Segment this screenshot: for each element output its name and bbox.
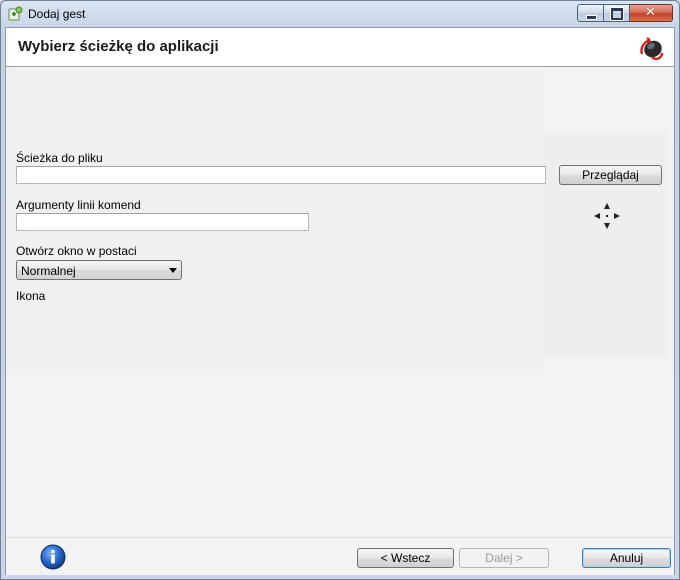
icon-label: Ikona xyxy=(16,289,46,303)
app-gesture-icon xyxy=(8,6,23,21)
info-icon[interactable] xyxy=(40,544,66,570)
form-area: Ścieżka do pliku Przeglądaj Argumenty li… xyxy=(6,67,674,537)
args-label: Argumenty linii komend xyxy=(16,198,141,212)
dialog-content: Wybierz ścieżkę do aplikacji Ścieżka do … xyxy=(5,27,675,575)
close-icon: ✕ xyxy=(645,5,656,20)
dialog-window: Dodaj gest ✕ Wybierz ścieżkę do aplikacj… xyxy=(0,0,680,580)
back-button[interactable]: < Wstecz xyxy=(357,548,454,568)
path-input[interactable] xyxy=(16,166,546,184)
window-title: Dodaj gest xyxy=(28,7,86,21)
chevron-down-icon xyxy=(169,268,177,273)
window-mode-label: Otwórz okno w postaci xyxy=(16,244,137,258)
crosshair-pick-icon[interactable] xyxy=(592,201,622,231)
path-label: Ścieżka do pliku xyxy=(16,151,103,165)
next-button[interactable]: Dalej > xyxy=(459,548,549,568)
wizard-header: Wybierz ścieżkę do aplikacji xyxy=(6,28,674,67)
browse-button[interactable]: Przeglądaj xyxy=(559,165,662,185)
window-controls: ✕ xyxy=(577,4,673,22)
minimize-button[interactable] xyxy=(577,4,604,22)
minimize-icon xyxy=(586,15,597,20)
title-bar[interactable]: Dodaj gest ✕ xyxy=(1,1,679,27)
cancel-button[interactable]: Anuluj xyxy=(582,548,671,568)
window-mode-select[interactable]: Normalnej xyxy=(16,260,182,280)
wizard-footer: < Wstecz Dalej > Anuluj xyxy=(6,537,674,575)
top-panel xyxy=(6,67,544,134)
close-button[interactable]: ✕ xyxy=(630,4,673,22)
mouse-gesture-logo-icon xyxy=(640,37,664,61)
maximize-icon xyxy=(611,8,623,20)
args-input[interactable] xyxy=(16,213,309,231)
window-mode-value: Normalnej xyxy=(21,264,76,278)
page-title: Wybierz ścieżkę do aplikacji xyxy=(18,38,219,55)
maximize-button[interactable] xyxy=(604,4,630,22)
